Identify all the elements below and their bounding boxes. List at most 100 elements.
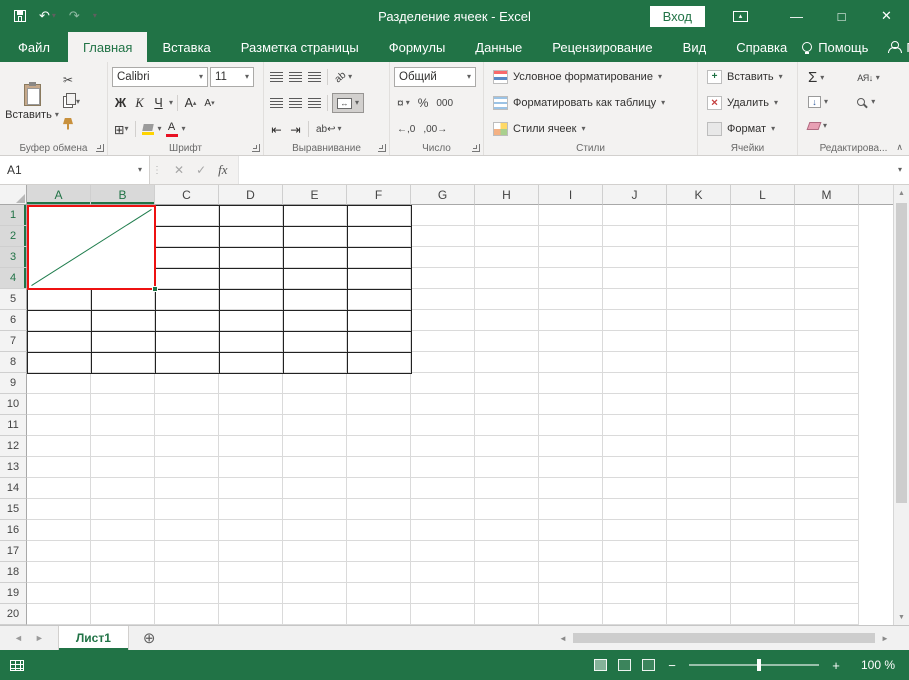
cell-L11[interactable] (731, 415, 795, 436)
cell-C8[interactable] (155, 352, 219, 373)
cell-L8[interactable] (731, 352, 795, 373)
align-middle-button[interactable] (287, 68, 304, 87)
increase-indent-button[interactable]: ⇥ (287, 120, 304, 139)
cell-H7[interactable] (475, 331, 539, 352)
cell-A7[interactable] (27, 331, 91, 352)
cell-K8[interactable] (667, 352, 731, 373)
cell-L19[interactable] (731, 583, 795, 604)
cell-C15[interactable] (155, 499, 219, 520)
cell-F18[interactable] (347, 562, 411, 583)
cell-D8[interactable] (219, 352, 283, 373)
cell-F20[interactable] (347, 604, 411, 625)
cell-I3[interactable] (539, 247, 603, 268)
undo-button[interactable]: ↶ ▾ (39, 8, 56, 24)
cell-F13[interactable] (347, 457, 411, 478)
cell-E10[interactable] (283, 394, 347, 415)
cell-C2[interactable] (155, 226, 219, 247)
cell-F16[interactable] (347, 520, 411, 541)
cell-D20[interactable] (219, 604, 283, 625)
cell-B17[interactable] (91, 541, 155, 562)
cell-C11[interactable] (155, 415, 219, 436)
cell-E7[interactable] (283, 331, 347, 352)
cell-C1[interactable] (155, 205, 219, 226)
cell-M5[interactable] (795, 289, 859, 310)
cell-B14[interactable] (91, 478, 155, 499)
cell-M14[interactable] (795, 478, 859, 499)
align-center-button[interactable] (287, 94, 304, 113)
cell-C18[interactable] (155, 562, 219, 583)
cell-G14[interactable] (411, 478, 475, 499)
thousands-format-button[interactable]: 000 (433, 94, 456, 113)
cell-D11[interactable] (219, 415, 283, 436)
number-dialog-launcher[interactable] (472, 144, 480, 152)
collapse-ribbon-icon[interactable]: ∧ (896, 142, 903, 153)
column-header-J[interactable]: J (603, 185, 667, 205)
tab-Главная[interactable]: Главная (67, 32, 148, 62)
cell-J12[interactable] (603, 436, 667, 457)
cell-M1[interactable] (795, 205, 859, 226)
cell-B15[interactable] (91, 499, 155, 520)
cell-F6[interactable] (347, 310, 411, 331)
cell-C9[interactable] (155, 373, 219, 394)
row-header-14[interactable]: 14 (0, 478, 27, 499)
cell-A12[interactable] (27, 436, 91, 457)
cell-L1[interactable] (731, 205, 795, 226)
tab-Вид[interactable]: Вид (668, 32, 722, 62)
cell-J19[interactable] (603, 583, 667, 604)
cell-M12[interactable] (795, 436, 859, 457)
cell-K3[interactable] (667, 247, 731, 268)
fill-handle[interactable] (152, 286, 158, 292)
save-icon[interactable] (14, 10, 26, 22)
cell-D18[interactable] (219, 562, 283, 583)
cell-G3[interactable] (411, 247, 475, 268)
cell-E11[interactable] (283, 415, 347, 436)
tab-file[interactable]: Файл (0, 32, 68, 62)
cell-I12[interactable] (539, 436, 603, 457)
tab-Разметка страницы[interactable]: Разметка страницы (226, 32, 374, 62)
cell-D15[interactable] (219, 499, 283, 520)
name-box-resize-handle[interactable]: ⋮ (150, 156, 164, 184)
cell-F8[interactable] (347, 352, 411, 373)
cell-E9[interactable] (283, 373, 347, 394)
column-header-L[interactable]: L (731, 185, 795, 205)
cell-A15[interactable] (27, 499, 91, 520)
formula-input[interactable] (237, 156, 891, 184)
cell-L12[interactable] (731, 436, 795, 457)
sheet-tab[interactable]: Лист1 (57, 626, 129, 650)
cell-J2[interactable] (603, 226, 667, 247)
row-header-10[interactable]: 10 (0, 394, 27, 415)
cell-G4[interactable] (411, 268, 475, 289)
cell-J9[interactable] (603, 373, 667, 394)
cell-C19[interactable] (155, 583, 219, 604)
column-header-F[interactable]: F (347, 185, 411, 205)
cell-A13[interactable] (27, 457, 91, 478)
merged-cell[interactable] (27, 205, 156, 290)
cell-D14[interactable] (219, 478, 283, 499)
cell-K2[interactable] (667, 226, 731, 247)
cell-F14[interactable] (347, 478, 411, 499)
cell-L7[interactable] (731, 331, 795, 352)
cell-G1[interactable] (411, 205, 475, 226)
cell-I18[interactable] (539, 562, 603, 583)
row-header-20[interactable]: 20 (0, 604, 27, 625)
cell-D17[interactable] (219, 541, 283, 562)
cell-G16[interactable] (411, 520, 475, 541)
cut-button[interactable]: ✂ (60, 70, 83, 89)
cell-A11[interactable] (27, 415, 91, 436)
cell-I11[interactable] (539, 415, 603, 436)
cell-D7[interactable] (219, 331, 283, 352)
cell-I17[interactable] (539, 541, 603, 562)
cell-G19[interactable] (411, 583, 475, 604)
clear-button[interactable]: ▾ (806, 115, 847, 136)
cell-L3[interactable] (731, 247, 795, 268)
tab-Формулы[interactable]: Формулы (374, 32, 461, 62)
align-bottom-button[interactable] (306, 68, 323, 87)
italic-button[interactable]: К (131, 94, 148, 113)
cell-B19[interactable] (91, 583, 155, 604)
cell-J16[interactable] (603, 520, 667, 541)
cell-G8[interactable] (411, 352, 475, 373)
cell-L2[interactable] (731, 226, 795, 247)
cell-E2[interactable] (283, 226, 347, 247)
cell-H20[interactable] (475, 604, 539, 625)
row-header-9[interactable]: 9 (0, 373, 27, 394)
